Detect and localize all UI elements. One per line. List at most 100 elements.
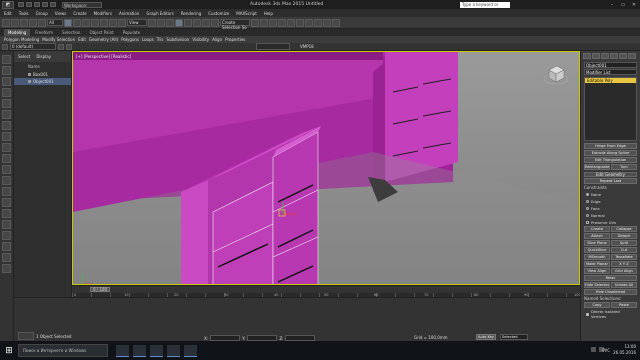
radio-icon[interactable] xyxy=(586,214,589,217)
menu-item-create[interactable]: Create xyxy=(71,11,88,16)
edit-triangulation-button[interactable]: Edit Triangulation xyxy=(584,157,637,163)
percent-snap-button[interactable] xyxy=(193,18,201,27)
menu-item-animation[interactable]: Animation xyxy=(117,11,141,16)
add-layer-icon[interactable] xyxy=(58,43,64,50)
extrude-along-spline-button[interactable]: Extrude Along Spline xyxy=(584,150,637,156)
attach-button[interactable]: Attach xyxy=(584,233,610,239)
spinner-snap-button[interactable] xyxy=(202,18,210,27)
maxscript-listener-button[interactable] xyxy=(18,332,34,340)
ribbon-item[interactable]: Edit xyxy=(78,37,86,42)
x-y-z-button[interactable]: X Y Z xyxy=(611,261,637,267)
named-selection-set-dropdown[interactable]: Create Selection Se xyxy=(220,19,250,30)
tab-modeling[interactable]: Modeling xyxy=(4,29,31,36)
slice-plane-button[interactable]: Slice Plane xyxy=(584,240,610,246)
app-logo-icon[interactable]: ◩ xyxy=(2,0,14,9)
redo-icon[interactable] xyxy=(50,2,56,7)
menu-item-help[interactable]: Help xyxy=(262,11,275,16)
cut-button[interactable]: Cut xyxy=(611,247,637,253)
select-by-name-button[interactable] xyxy=(73,18,81,27)
tab-populate[interactable]: Populate xyxy=(119,29,144,36)
create-tab-icon[interactable] xyxy=(583,53,591,59)
tessellate-button[interactable]: Tessellate xyxy=(611,254,637,260)
radio-icon[interactable] xyxy=(586,207,589,210)
menu-item-customize[interactable]: Customize xyxy=(206,11,231,16)
menu-item-rendering[interactable]: Rendering xyxy=(179,11,203,16)
select-move-button[interactable] xyxy=(100,18,108,27)
maximize-icon[interactable]: ▭ xyxy=(619,2,627,8)
visibility-icon[interactable] xyxy=(28,80,31,83)
ribbon-item[interactable]: Loops xyxy=(142,37,154,42)
menu-item-group[interactable]: Group xyxy=(34,11,50,16)
ribbon-item[interactable]: Visibility xyxy=(192,37,209,42)
perspective-viewport[interactable]: [+] [Perspective] [Realistic] xyxy=(72,51,580,285)
repeat-last-button[interactable]: Repeat Last xyxy=(584,178,637,184)
store-icon[interactable] xyxy=(167,344,180,357)
constraint-normal-radio[interactable]: Normal xyxy=(586,213,610,218)
selection-filter-dropdown[interactable]: All xyxy=(47,19,63,26)
ribbon-item[interactable]: Polygons xyxy=(121,37,139,42)
paste-button[interactable]: Paste xyxy=(611,302,637,308)
ribbon-item[interactable]: Geometry (All) xyxy=(89,37,118,42)
taskbar-search-input[interactable]: Поиск в Интернете и Windows xyxy=(18,344,108,357)
ribbon-item[interactable]: Tris xyxy=(157,37,164,42)
mirror-button[interactable] xyxy=(251,18,259,27)
ribbon-item[interactable]: Align xyxy=(212,37,222,42)
extra-dropdown[interactable] xyxy=(256,43,290,50)
new-file-icon[interactable] xyxy=(18,2,24,7)
display-tab-icon[interactable] xyxy=(619,53,627,59)
select-rotate-button[interactable] xyxy=(109,18,117,27)
viewport-label[interactable]: [+] [Perspective] [Realistic] xyxy=(76,54,131,59)
hinge-from-edge-button[interactable]: Hinge From Edge xyxy=(584,143,637,149)
align-button[interactable] xyxy=(260,18,268,27)
time-slider[interactable]: 0 / 100 xyxy=(90,287,110,292)
containers-filter-icon[interactable] xyxy=(2,198,11,207)
select-scale-button[interactable] xyxy=(118,18,126,27)
layers-icon[interactable] xyxy=(2,264,11,273)
network-icon[interactable] xyxy=(591,347,596,352)
shapes-filter-icon[interactable] xyxy=(2,110,11,119)
start-button[interactable]: ⊞ xyxy=(0,341,18,360)
relax-button[interactable]: Relax xyxy=(584,275,637,281)
display-all-icon[interactable] xyxy=(2,77,11,86)
clock[interactable]: 13:00 26.05.2016 xyxy=(613,344,636,356)
copy-button[interactable]: Copy xyxy=(584,302,610,308)
reference-coordinate-dropdown[interactable]: View xyxy=(127,19,147,26)
keyboard-shortcut-override-button[interactable] xyxy=(166,18,174,27)
edit-named-selection-button[interactable] xyxy=(211,18,219,27)
object-name-field[interactable]: Object001 xyxy=(584,62,637,68)
sort-icon[interactable] xyxy=(2,242,11,251)
hidden-filter-icon[interactable] xyxy=(2,220,11,229)
preserve-uvs-checkbox[interactable]: Preserve UVs xyxy=(586,220,635,225)
visibility-icon[interactable] xyxy=(28,73,31,76)
select-manipulate-button[interactable] xyxy=(157,18,165,27)
display-none-icon[interactable] xyxy=(2,66,11,75)
hierarchy-tab-icon[interactable] xyxy=(601,53,609,59)
open-file-icon[interactable] xyxy=(26,2,32,7)
link-button[interactable] xyxy=(20,18,28,27)
edge-icon[interactable] xyxy=(133,344,146,357)
render-production-button[interactable] xyxy=(332,18,340,27)
menu-item-tools[interactable]: Tools xyxy=(17,11,31,16)
rendered-frame-window-button[interactable] xyxy=(323,18,331,27)
modify-tab-icon[interactable] xyxy=(592,53,600,59)
constraint-none-radio[interactable]: None xyxy=(586,192,610,197)
xrefs-filter-icon[interactable] xyxy=(2,176,11,185)
menu-item-maxscript[interactable]: MAXScript xyxy=(234,11,259,16)
list-item[interactable]: Box001 xyxy=(14,71,71,78)
save-file-icon[interactable] xyxy=(34,2,40,7)
3dsmax-icon[interactable] xyxy=(184,344,197,357)
key-mode-dropdown[interactable]: Selected xyxy=(500,334,528,340)
tab-select[interactable]: Select xyxy=(18,54,30,59)
menu-item-views[interactable]: Views xyxy=(53,11,69,16)
rectangular-selection-button[interactable] xyxy=(82,18,90,27)
task-view-icon[interactable] xyxy=(116,344,129,357)
pivot-center-button[interactable] xyxy=(148,18,156,27)
column-header-name[interactable]: Name xyxy=(14,62,71,71)
checkbox-icon[interactable] xyxy=(586,221,589,224)
geometry-filter-icon[interactable] xyxy=(2,99,11,108)
checkbox-icon[interactable] xyxy=(586,312,589,316)
split-button[interactable]: Split xyxy=(611,240,637,246)
keyword-search-input[interactable]: Type a keyword or phrase xyxy=(460,1,510,13)
make-planar-button[interactable]: Make Planar xyxy=(584,261,610,267)
close-icon[interactable]: ✕ xyxy=(630,2,638,8)
